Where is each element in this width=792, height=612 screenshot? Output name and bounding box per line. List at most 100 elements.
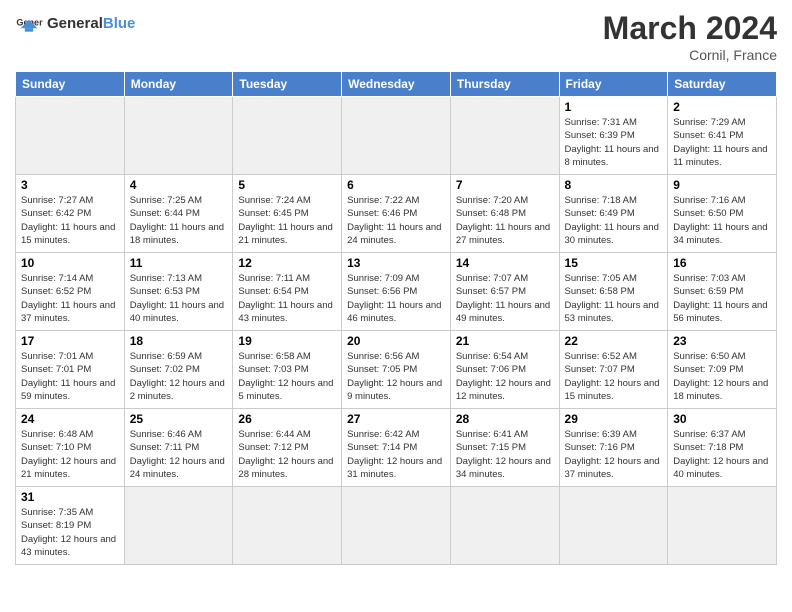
day-number: 10 — [21, 256, 119, 270]
day-info: Sunrise: 7:35 AM Sunset: 8:19 PM Dayligh… — [21, 506, 119, 559]
day-info: Sunrise: 7:13 AM Sunset: 6:53 PM Dayligh… — [130, 272, 228, 325]
calendar-cell: 28 Sunrise: 6:41 AM Sunset: 7:15 PM Dayli… — [450, 409, 559, 487]
header: General GeneralBlue March 2024 Cornil, F… — [15, 10, 777, 63]
day-info: Sunrise: 7:20 AM Sunset: 6:48 PM Dayligh… — [456, 194, 554, 247]
calendar-body: 1Sunrise: 7:31 AM Sunset: 6:39 PM Daylig… — [16, 97, 777, 565]
day-info: Sunrise: 7:01 AM Sunset: 7:01 PM Dayligh… — [21, 350, 119, 403]
calendar-table: SundayMondayTuesdayWednesdayThursdayFrid… — [15, 71, 777, 565]
day-number: 13 — [347, 256, 445, 270]
day-number: 7 — [456, 178, 554, 192]
calendar-cell — [342, 487, 451, 565]
calendar-cell: 16 Sunrise: 7:03 AM Sunset: 6:59 PM Dayli… — [668, 253, 777, 331]
day-info: Sunrise: 6:46 AM Sunset: 7:11 PM Dayligh… — [130, 428, 228, 481]
day-info: Sunrise: 6:44 AM Sunset: 7:12 PM Dayligh… — [238, 428, 336, 481]
calendar-cell: 29 Sunrise: 6:39 AM Sunset: 7:16 PM Dayli… — [559, 409, 668, 487]
day-number: 21 — [456, 334, 554, 348]
day-info: Sunrise: 7:07 AM Sunset: 6:57 PM Dayligh… — [456, 272, 554, 325]
day-number: 17 — [21, 334, 119, 348]
calendar-cell: 10 Sunrise: 7:14 AM Sunset: 6:52 PM Dayli… — [16, 253, 125, 331]
calendar-cell: 23Sunrise: 6:50 AM Sunset: 7:09 PM Dayli… — [668, 331, 777, 409]
day-number: 24 — [21, 412, 119, 426]
calendar-cell: 3 Sunrise: 7:27 AM Sunset: 6:42 PM Daylig… — [16, 175, 125, 253]
day-info: Sunrise: 6:48 AM Sunset: 7:10 PM Dayligh… — [21, 428, 119, 481]
calendar-cell — [124, 487, 233, 565]
calendar-cell — [450, 487, 559, 565]
day-info: Sunrise: 7:11 AM Sunset: 6:54 PM Dayligh… — [238, 272, 336, 325]
week-row-4: 17 Sunrise: 7:01 AM Sunset: 7:01 PM Dayli… — [16, 331, 777, 409]
calendar-cell: 18Sunrise: 6:59 AM Sunset: 7:02 PM Dayli… — [124, 331, 233, 409]
calendar-cell — [668, 487, 777, 565]
day-number: 6 — [347, 178, 445, 192]
day-info: Sunrise: 6:39 AM Sunset: 7:16 PM Dayligh… — [565, 428, 663, 481]
day-info: Sunrise: 6:41 AM Sunset: 7:15 PM Dayligh… — [456, 428, 554, 481]
calendar-cell: 25 Sunrise: 6:46 AM Sunset: 7:11 PM Dayli… — [124, 409, 233, 487]
day-info: Sunrise: 6:42 AM Sunset: 7:14 PM Dayligh… — [347, 428, 445, 481]
calendar-cell: 5 Sunrise: 7:24 AM Sunset: 6:45 PM Daylig… — [233, 175, 342, 253]
calendar-cell: 9 Sunrise: 7:16 AM Sunset: 6:50 PM Daylig… — [668, 175, 777, 253]
calendar-cell — [559, 487, 668, 565]
calendar-cell: 13Sunrise: 7:09 AM Sunset: 6:56 PM Dayli… — [342, 253, 451, 331]
day-number: 18 — [130, 334, 228, 348]
day-number: 31 — [21, 490, 119, 504]
calendar-cell: 30Sunrise: 6:37 AM Sunset: 7:18 PM Dayli… — [668, 409, 777, 487]
calendar-cell: 12 Sunrise: 7:11 AM Sunset: 6:54 PM Dayli… — [233, 253, 342, 331]
day-number: 8 — [565, 178, 663, 192]
calendar-cell: 17 Sunrise: 7:01 AM Sunset: 7:01 PM Dayli… — [16, 331, 125, 409]
calendar-cell: 1Sunrise: 7:31 AM Sunset: 6:39 PM Daylig… — [559, 97, 668, 175]
day-number: 2 — [673, 100, 771, 114]
week-row-3: 10 Sunrise: 7:14 AM Sunset: 6:52 PM Dayli… — [16, 253, 777, 331]
title-block: March 2024 Cornil, France — [603, 10, 777, 63]
week-row-2: 3 Sunrise: 7:27 AM Sunset: 6:42 PM Daylig… — [16, 175, 777, 253]
header-row: SundayMondayTuesdayWednesdayThursdayFrid… — [16, 72, 777, 97]
col-header-monday: Monday — [124, 72, 233, 97]
day-info: Sunrise: 7:14 AM Sunset: 6:52 PM Dayligh… — [21, 272, 119, 325]
calendar-cell: 20Sunrise: 6:56 AM Sunset: 7:05 PM Dayli… — [342, 331, 451, 409]
day-number: 15 — [565, 256, 663, 270]
day-number: 1 — [565, 100, 663, 114]
day-number: 27 — [347, 412, 445, 426]
calendar-cell: 11 Sunrise: 7:13 AM Sunset: 6:53 PM Dayli… — [124, 253, 233, 331]
day-number: 11 — [130, 256, 228, 270]
day-number: 14 — [456, 256, 554, 270]
day-number: 16 — [673, 256, 771, 270]
calendar-cell — [233, 97, 342, 175]
month-title: March 2024 — [603, 10, 777, 47]
day-info: Sunrise: 7:16 AM Sunset: 6:50 PM Dayligh… — [673, 194, 771, 247]
calendar-cell: 27 Sunrise: 6:42 AM Sunset: 7:14 PM Dayli… — [342, 409, 451, 487]
calendar-cell: 22Sunrise: 6:52 AM Sunset: 7:07 PM Dayli… — [559, 331, 668, 409]
week-row-6: 31 Sunrise: 7:35 AM Sunset: 8:19 PM Dayli… — [16, 487, 777, 565]
calendar-cell: 31 Sunrise: 7:35 AM Sunset: 8:19 PM Dayli… — [16, 487, 125, 565]
day-number: 5 — [238, 178, 336, 192]
day-info: Sunrise: 7:24 AM Sunset: 6:45 PM Dayligh… — [238, 194, 336, 247]
col-header-sunday: Sunday — [16, 72, 125, 97]
day-info: Sunrise: 6:56 AM Sunset: 7:05 PM Dayligh… — [347, 350, 445, 403]
week-row-5: 24 Sunrise: 6:48 AM Sunset: 7:10 PM Dayli… — [16, 409, 777, 487]
day-number: 29 — [565, 412, 663, 426]
col-header-saturday: Saturday — [668, 72, 777, 97]
page: General GeneralBlue March 2024 Cornil, F… — [0, 0, 792, 612]
day-info: Sunrise: 7:27 AM Sunset: 6:42 PM Dayligh… — [21, 194, 119, 247]
day-info: Sunrise: 7:29 AM Sunset: 6:41 PM Dayligh… — [673, 116, 771, 169]
calendar-cell: 8Sunrise: 7:18 AM Sunset: 6:49 PM Daylig… — [559, 175, 668, 253]
day-info: Sunrise: 7:25 AM Sunset: 6:44 PM Dayligh… — [130, 194, 228, 247]
day-number: 3 — [21, 178, 119, 192]
col-header-tuesday: Tuesday — [233, 72, 342, 97]
day-info: Sunrise: 7:03 AM Sunset: 6:59 PM Dayligh… — [673, 272, 771, 325]
col-header-friday: Friday — [559, 72, 668, 97]
logo-general: General — [47, 15, 103, 32]
day-number: 25 — [130, 412, 228, 426]
calendar-cell: 14 Sunrise: 7:07 AM Sunset: 6:57 PM Dayli… — [450, 253, 559, 331]
day-number: 9 — [673, 178, 771, 192]
calendar-cell: 7 Sunrise: 7:20 AM Sunset: 6:48 PM Daylig… — [450, 175, 559, 253]
calendar-cell: 6 Sunrise: 7:22 AM Sunset: 6:46 PM Daylig… — [342, 175, 451, 253]
day-number: 28 — [456, 412, 554, 426]
calendar-header: SundayMondayTuesdayWednesdayThursdayFrid… — [16, 72, 777, 97]
day-number: 12 — [238, 256, 336, 270]
calendar-cell: 26Sunrise: 6:44 AM Sunset: 7:12 PM Dayli… — [233, 409, 342, 487]
day-info: Sunrise: 6:58 AM Sunset: 7:03 PM Dayligh… — [238, 350, 336, 403]
week-row-1: 1Sunrise: 7:31 AM Sunset: 6:39 PM Daylig… — [16, 97, 777, 175]
generalblue-logo-icon: General — [15, 10, 43, 38]
day-info: Sunrise: 7:22 AM Sunset: 6:46 PM Dayligh… — [347, 194, 445, 247]
location: Cornil, France — [603, 47, 777, 63]
day-number: 22 — [565, 334, 663, 348]
